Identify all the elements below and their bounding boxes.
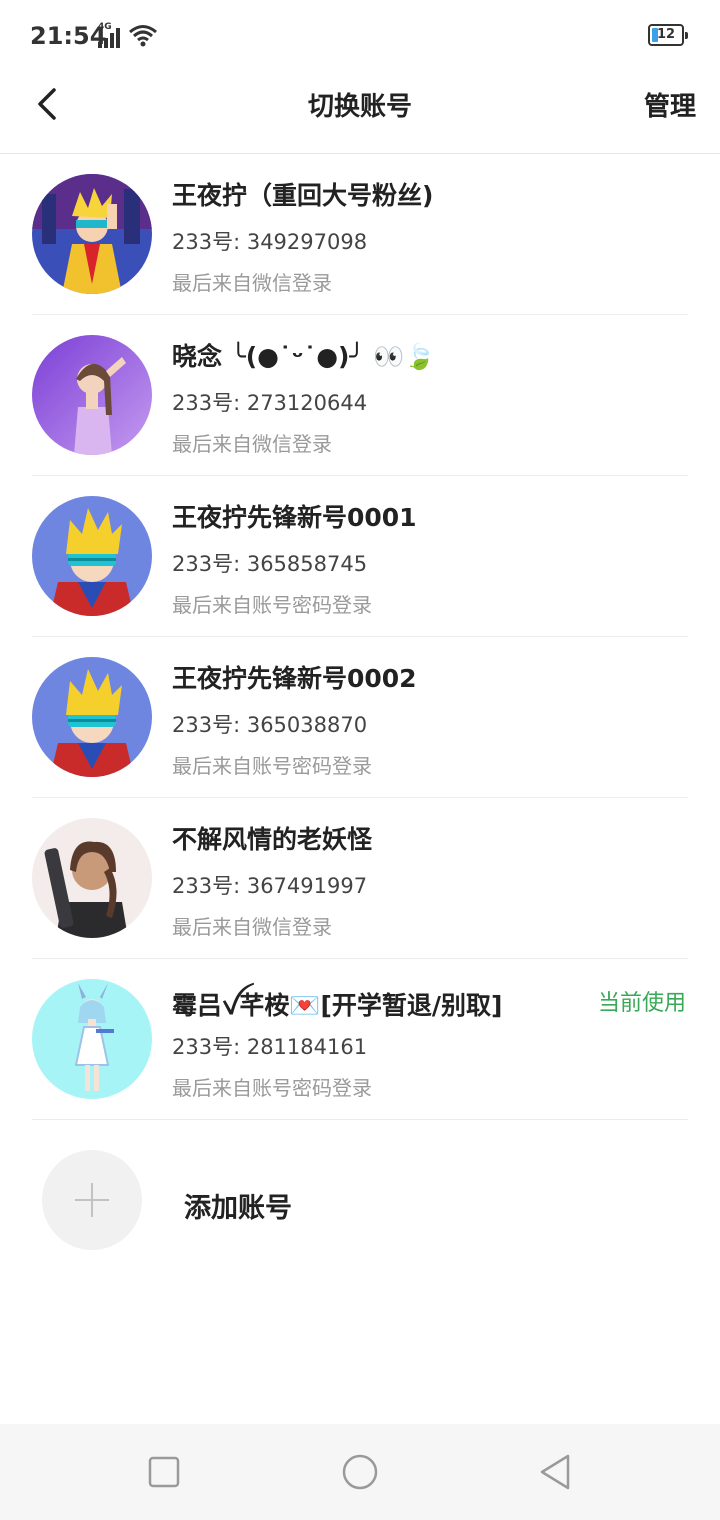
battery-level: 12 (656, 27, 676, 42)
add-account-label: 添加账号 (184, 1193, 292, 1224)
account-name: 王夜拧先锋新号0001 (172, 503, 417, 532)
avatar-yellow-hair-hero-icon (32, 174, 152, 294)
login-method: 最后来自账号密码登录 (172, 754, 372, 778)
account-name: 晓念 ╰(●˙ᵕ˙●)╯ 👀🍃 (172, 342, 436, 371)
account-row[interactable]: 王夜拧先锋新号0002 233号: 365038870 最后来自账号密码登录 (0, 637, 720, 798)
account-name: 王夜拧（重回大号粉丝) (172, 181, 434, 210)
account-row[interactable]: 不解风情的老妖怪 233号: 367491997 最后来自微信登录 (0, 798, 720, 959)
avatar-bunny-girl-icon (32, 979, 152, 1099)
plus-icon (42, 1150, 142, 1250)
account-id: 233号: 281184161 (172, 1035, 368, 1059)
account-id: 233号: 365858745 (172, 552, 368, 576)
status-bar: 21:54 4G 12 (0, 0, 720, 72)
add-account-button[interactable]: 添加账号 (0, 1120, 720, 1280)
avatar-visor-hero-icon (32, 657, 152, 777)
network-type-label: 4G (98, 22, 112, 32)
battery-icon: 12 (648, 24, 688, 46)
system-nav-bar (0, 1424, 720, 1520)
account-id: 233号: 349297098 (172, 230, 368, 254)
wifi-icon (129, 25, 157, 47)
status-time: 21:54 (30, 22, 107, 50)
back-triangle-icon[interactable] (536, 1452, 576, 1492)
login-method: 最后来自账号密码登录 (172, 593, 372, 617)
account-row[interactable]: 王夜拧（重回大号粉丝) 233号: 349297098 最后来自微信登录 (0, 154, 720, 315)
login-method: 最后来自微信登录 (172, 915, 332, 939)
login-method: 最后来自微信登录 (172, 271, 332, 295)
manage-button[interactable]: 管理 (644, 86, 696, 123)
account-name: 不解风情的老妖怪 (172, 825, 373, 854)
account-list: 王夜拧（重回大号粉丝) 233号: 349297098 最后来自微信登录 晓念 … (0, 154, 720, 1120)
current-account-badge: 当前使用 (597, 991, 686, 1016)
avatar-visor-hero-icon (32, 496, 152, 616)
recent-apps-icon[interactable] (144, 1452, 184, 1492)
app-header: 切换账号 管理 (0, 72, 720, 154)
login-method: 最后来自微信登录 (172, 432, 332, 456)
account-row[interactable]: 王夜拧先锋新号0001 233号: 365858745 最后来自账号密码登录 (0, 476, 720, 637)
account-name: 王夜拧先锋新号0002 (172, 664, 417, 693)
page-title: 切换账号 (307, 92, 412, 122)
cellular-signal-icon: 4G (98, 22, 124, 48)
home-icon[interactable] (340, 1452, 380, 1492)
account-row-current[interactable]: 霉吕ꪜ芊桉💌[开学暂退/别取] 当前使用 233号: 281184161 最后来… (0, 959, 720, 1120)
avatar-saluting-girl-icon (32, 335, 152, 455)
login-method: 最后来自账号密码登录 (172, 1076, 372, 1100)
back-arrow-icon[interactable] (28, 84, 68, 124)
account-id: 233号: 367491997 (172, 874, 368, 898)
account-id: 233号: 273120644 (172, 391, 368, 415)
account-name: 霉吕ꪜ芊桉💌[开学暂退/别取] (172, 991, 503, 1020)
avatar-braided-girl-icon (32, 818, 152, 938)
account-id: 233号: 365038870 (172, 713, 368, 737)
account-row[interactable]: 晓念 ╰(●˙ᵕ˙●)╯ 👀🍃 233号: 273120644 最后来自微信登录 (0, 315, 720, 476)
